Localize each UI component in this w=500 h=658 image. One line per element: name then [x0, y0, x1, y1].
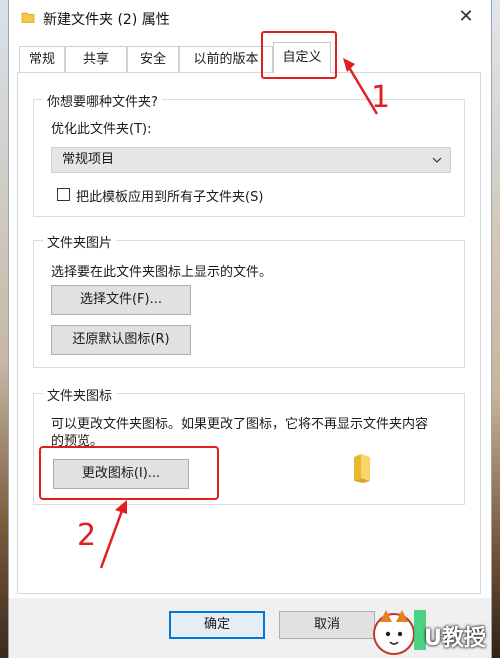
folder-icon [21, 10, 35, 24]
folder-icons-description-line1: 可以更改文件夹图标。如果更改了图标，它将不再显示文件夹内容 [51, 417, 429, 432]
tab-security[interactable]: 安全 [127, 46, 179, 72]
annotation-arrow-1 [343, 58, 379, 115]
choose-file-button[interactable]: 选择文件(F)... [51, 285, 191, 315]
optimize-select[interactable]: 常规项目 [51, 147, 451, 173]
title-bar: 新建文件夹 (2) 属性 ✕ [9, 0, 491, 36]
folder-pictures-description: 选择要在此文件夹图标上显示的文件。 [51, 265, 273, 280]
group-folder-icons-title: 文件夹图标 [43, 385, 117, 404]
tab-strip: 常规 共享 安全 以前的版本 自定义 [19, 42, 479, 73]
folder-icon [351, 453, 373, 483]
ok-button[interactable]: 确定 [169, 611, 265, 639]
annotation-highlight-change-icon [39, 446, 219, 500]
apply-subfolders-checkbox[interactable] [57, 188, 70, 201]
tab-previous-versions[interactable]: 以前的版本 [179, 46, 273, 72]
optimize-label: 优化此文件夹(T): [51, 122, 152, 137]
annotation-step-2: 2 [77, 518, 97, 553]
restore-default-button[interactable]: 还原默认图标(R) [51, 325, 191, 355]
group-folder-pictures-title: 文件夹图片 [43, 232, 117, 251]
annotation-highlight-tab [261, 31, 337, 79]
properties-dialog: 新建文件夹 (2) 属性 ✕ 常规 共享 安全 以前的版本 自定义 你想要哪种文… [8, 0, 492, 658]
tab-general[interactable]: 常规 [19, 46, 65, 72]
apply-subfolders-label[interactable]: 把此模板应用到所有子文件夹(S) [76, 186, 263, 205]
optimize-select-value: 常规项目 [62, 152, 115, 167]
cancel-button[interactable]: 取消 [279, 611, 375, 639]
tab-sharing[interactable]: 共享 [65, 46, 127, 72]
watermark-text: U教授 [424, 626, 486, 651]
window-title: 新建文件夹 (2) 属性 [43, 12, 170, 28]
annotation-arrow-2 [99, 500, 127, 569]
chevron-down-icon [432, 148, 442, 181]
close-button[interactable]: ✕ [455, 6, 477, 28]
group-folder-type-title: 你想要哪种文件夹? [43, 91, 162, 110]
